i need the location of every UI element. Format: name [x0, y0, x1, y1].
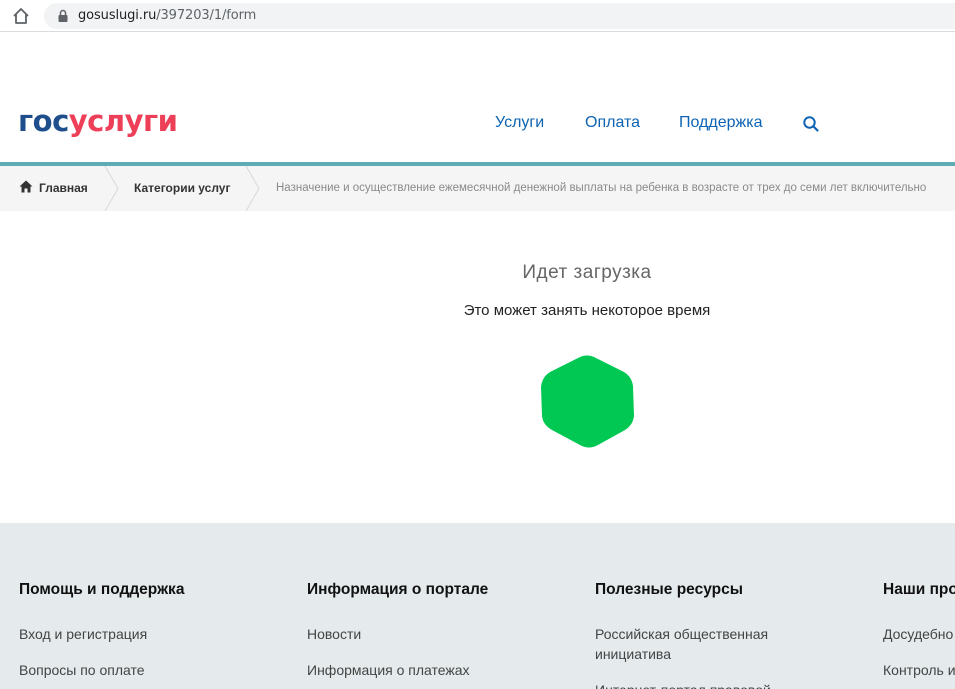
- breadcrumb-current: Назначение и осуществление ежемесячной д…: [276, 182, 927, 194]
- nav-oplata[interactable]: Оплата: [585, 114, 640, 132]
- url-field[interactable]: gosuslugi.ru/397203/1/form: [44, 3, 955, 29]
- url-path: /397203/1/form: [156, 8, 257, 23]
- footer-link[interactable]: Вход и регистрация: [19, 624, 147, 644]
- browser-address-bar: gosuslugi.ru/397203/1/form: [0, 0, 955, 32]
- breadcrumb-separator: [245, 166, 260, 211]
- search-icon[interactable]: [802, 115, 820, 133]
- footer-title: Наши про: [883, 581, 955, 598]
- footer-link[interactable]: Информация о платежах: [307, 660, 470, 680]
- breadcrumb: Главная Категории услуг Назначение и осу…: [0, 166, 955, 211]
- loading-subtitle: Это может занять некоторое время: [463, 302, 711, 319]
- url-host: gosuslugi.ru: [78, 8, 157, 23]
- footer-link[interactable]: Российская общественная: [595, 624, 768, 644]
- footer-title: Полезные ресурсы: [595, 581, 743, 598]
- footer-title: Помощь и поддержка: [19, 581, 185, 598]
- breadcrumb-separator: [104, 166, 119, 211]
- footer-link[interactable]: Досудебно: [883, 624, 953, 644]
- footer-link[interactable]: инициатива: [595, 644, 671, 664]
- nav-podderzhka[interactable]: Поддержка: [679, 114, 762, 132]
- loading-title: Идет загрузка: [522, 262, 652, 283]
- gosuslugi-logo[interactable]: госуслуги: [18, 104, 178, 138]
- footer-link[interactable]: Новости: [307, 624, 361, 644]
- url-text: gosuslugi.ru/397203/1/form: [78, 8, 256, 23]
- footer-title: Информация о портале: [307, 581, 489, 598]
- loading-spinner-icon: [541, 355, 634, 448]
- footer-link[interactable]: Интернет-портал правовой: [595, 680, 771, 689]
- nav-uslugi[interactable]: Услуги: [495, 114, 544, 132]
- breadcrumb-home[interactable]: Главная: [39, 181, 88, 195]
- logo-part-uslugi: услуги: [68, 104, 178, 138]
- home-icon[interactable]: [19, 180, 33, 193]
- home-icon[interactable]: [10, 5, 32, 27]
- breadcrumb-categories[interactable]: Категории услуг: [134, 181, 230, 195]
- site-footer: Помощь и поддержка Вход и регистрация Во…: [0, 523, 955, 689]
- footer-link[interactable]: Контроль и: [883, 660, 955, 680]
- lock-icon: [58, 9, 68, 22]
- site-header: госуслуги Услуги Оплата Поддержка: [0, 33, 955, 163]
- logo-part-gos: гос: [18, 104, 69, 138]
- footer-link[interactable]: Вопросы по оплате: [19, 660, 145, 680]
